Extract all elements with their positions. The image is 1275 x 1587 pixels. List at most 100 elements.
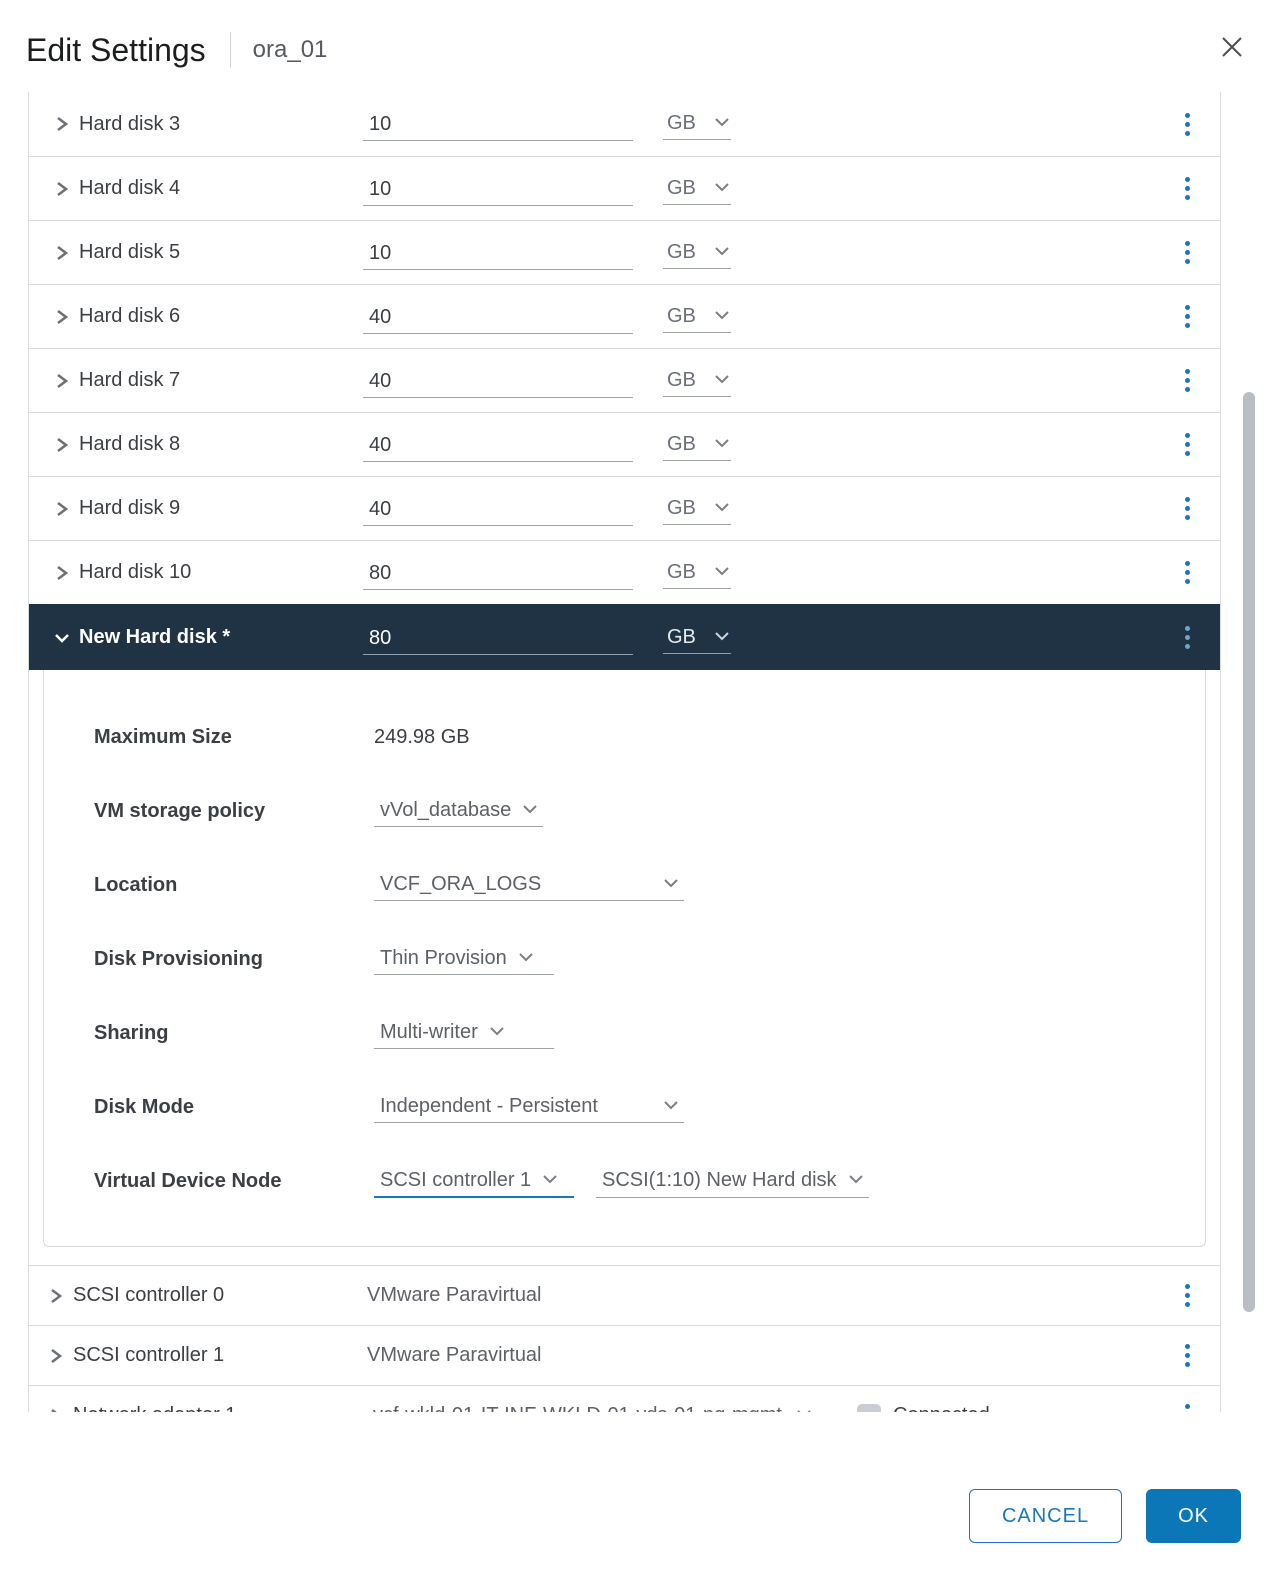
disk-mode-label: Disk Mode [94, 1096, 374, 1119]
chevron-right-icon [49, 1349, 63, 1363]
disk-unit-select[interactable]: GB [663, 237, 731, 269]
close-icon [1221, 36, 1243, 58]
new-disk-label: New Hard disk * [73, 626, 363, 649]
disk-unit-select[interactable]: GB [663, 557, 731, 589]
disk-unit-select[interactable]: GB [663, 108, 731, 140]
chevron-down-icon [715, 626, 729, 649]
expand-toggle[interactable] [51, 374, 73, 388]
connected-checkbox[interactable] [857, 1404, 881, 1413]
disk-actions-menu[interactable] [1174, 111, 1200, 137]
location-label: Location [94, 874, 374, 897]
expand-toggle[interactable] [51, 438, 73, 452]
close-button[interactable] [1215, 30, 1249, 70]
expand-toggle[interactable] [51, 310, 73, 324]
disk-actions-menu[interactable] [1174, 176, 1200, 202]
cancel-button[interactable]: CANCEL [969, 1489, 1122, 1543]
collapse-toggle[interactable] [51, 631, 73, 645]
disk-mode-select[interactable]: Independent - Persistent [374, 1091, 684, 1123]
disk-size-input[interactable] [363, 300, 633, 334]
chevron-down-icon [715, 241, 729, 264]
scsi-controller-label: SCSI controller 1 [67, 1344, 367, 1367]
vdn-label: Virtual Device Node [94, 1170, 374, 1193]
dialog-body-wrap: Hard disk 3 GB Hard disk 4 GB Hard disk … [28, 92, 1269, 1412]
expand-toggle[interactable] [51, 246, 73, 260]
disk-size-input[interactable] [363, 107, 633, 141]
new-disk-unit-select[interactable]: GB [663, 622, 731, 654]
disk-row: Hard disk 5 GB [29, 220, 1220, 284]
disk-size-input[interactable] [363, 236, 633, 270]
dialog-subtitle: ora_01 [253, 36, 328, 64]
disk-actions-menu[interactable] [1174, 240, 1200, 266]
location-select[interactable]: VCF_ORA_LOGS [374, 869, 684, 901]
scrollbar-thumb[interactable] [1243, 392, 1255, 1312]
expand-toggle[interactable] [51, 566, 73, 580]
disk-label: Hard disk 3 [73, 113, 363, 136]
disk-unit-select[interactable]: GB [663, 429, 731, 461]
disk-actions-menu[interactable] [1174, 560, 1200, 586]
expand-toggle[interactable] [51, 182, 73, 196]
scsi-controller-value: VMware Paravirtual [367, 1344, 542, 1367]
vdn-slot-select[interactable]: SCSI(1:10) New Hard disk [596, 1165, 869, 1198]
chevron-down-icon [715, 497, 729, 520]
expand-toggle[interactable] [51, 502, 73, 516]
provisioning-select[interactable]: Thin Provision [374, 943, 554, 975]
chevron-down-icon [715, 433, 729, 456]
chevron-down-icon [715, 112, 729, 135]
dialog-footer: CANCEL OK [969, 1489, 1241, 1543]
chevron-down-icon [543, 1169, 557, 1192]
disk-unit-select[interactable]: GB [663, 173, 731, 205]
dialog-header: Edit Settings ora_01 [0, 0, 1275, 92]
network-actions-menu[interactable] [1174, 1403, 1200, 1413]
sharing-label: Sharing [94, 1022, 374, 1045]
disk-unit-select[interactable]: GB [663, 493, 731, 525]
disk-row: Hard disk 8 GB [29, 412, 1220, 476]
disk-size-input[interactable] [363, 172, 633, 206]
chevron-down-icon [715, 177, 729, 200]
dialog-body: Hard disk 3 GB Hard disk 4 GB Hard disk … [28, 92, 1221, 1412]
ok-button[interactable]: OK [1146, 1489, 1241, 1543]
disk-row: Hard disk 3 GB [29, 92, 1220, 156]
disk-unit-select[interactable]: GB [663, 301, 731, 333]
scsi-controller-value: VMware Paravirtual [367, 1284, 542, 1307]
chevron-down-icon [849, 1169, 863, 1192]
disk-size-input[interactable] [363, 492, 633, 526]
expand-toggle[interactable] [45, 1409, 67, 1413]
disk-label: Hard disk 8 [73, 433, 363, 456]
storage-policy-label: VM storage policy [94, 800, 374, 823]
chevron-right-icon [55, 438, 69, 452]
new-disk-size-input[interactable] [363, 621, 633, 655]
controller-actions-menu[interactable] [1174, 1283, 1200, 1309]
disk-row: Hard disk 4 GB [29, 156, 1220, 220]
disk-actions-menu[interactable] [1174, 432, 1200, 458]
disk-label: Hard disk 7 [73, 369, 363, 392]
disk-label: Hard disk 10 [73, 561, 363, 584]
disk-actions-menu[interactable] [1174, 304, 1200, 330]
scrollbar-track[interactable] [1243, 92, 1259, 1412]
chevron-right-icon [55, 374, 69, 388]
chevron-down-icon [664, 1095, 678, 1118]
chevron-down-icon [715, 561, 729, 584]
network-select[interactable]: vcf-wkld-01-IT-INF-WKLD-01-vds-01-pg-mgm… [367, 1400, 817, 1413]
controller-actions-menu[interactable] [1174, 1343, 1200, 1369]
chevron-down-icon [523, 799, 537, 822]
disk-size-input[interactable] [363, 364, 633, 398]
expand-toggle[interactable] [45, 1289, 67, 1303]
sharing-select[interactable]: Multi-writer [374, 1017, 554, 1049]
vdn-controller-select[interactable]: SCSI controller 1 [374, 1165, 574, 1198]
expand-toggle[interactable] [51, 117, 73, 131]
disk-row: Hard disk 10 GB [29, 540, 1220, 604]
connected-label: Connected [893, 1404, 990, 1412]
chevron-right-icon [49, 1409, 63, 1413]
chevron-down-icon [715, 305, 729, 328]
chevron-down-icon [664, 873, 678, 896]
new-disk-details: Maximum Size 249.98 GB VM storage policy… [43, 670, 1206, 1247]
disk-actions-menu[interactable] [1174, 368, 1200, 394]
new-disk-actions-menu[interactable] [1174, 625, 1200, 651]
expand-toggle[interactable] [45, 1349, 67, 1363]
storage-policy-select[interactable]: vVol_database [374, 795, 543, 827]
disk-actions-menu[interactable] [1174, 496, 1200, 522]
disk-unit-select[interactable]: GB [663, 365, 731, 397]
disk-size-input[interactable] [363, 556, 633, 590]
chevron-right-icon [55, 310, 69, 324]
disk-size-input[interactable] [363, 428, 633, 462]
